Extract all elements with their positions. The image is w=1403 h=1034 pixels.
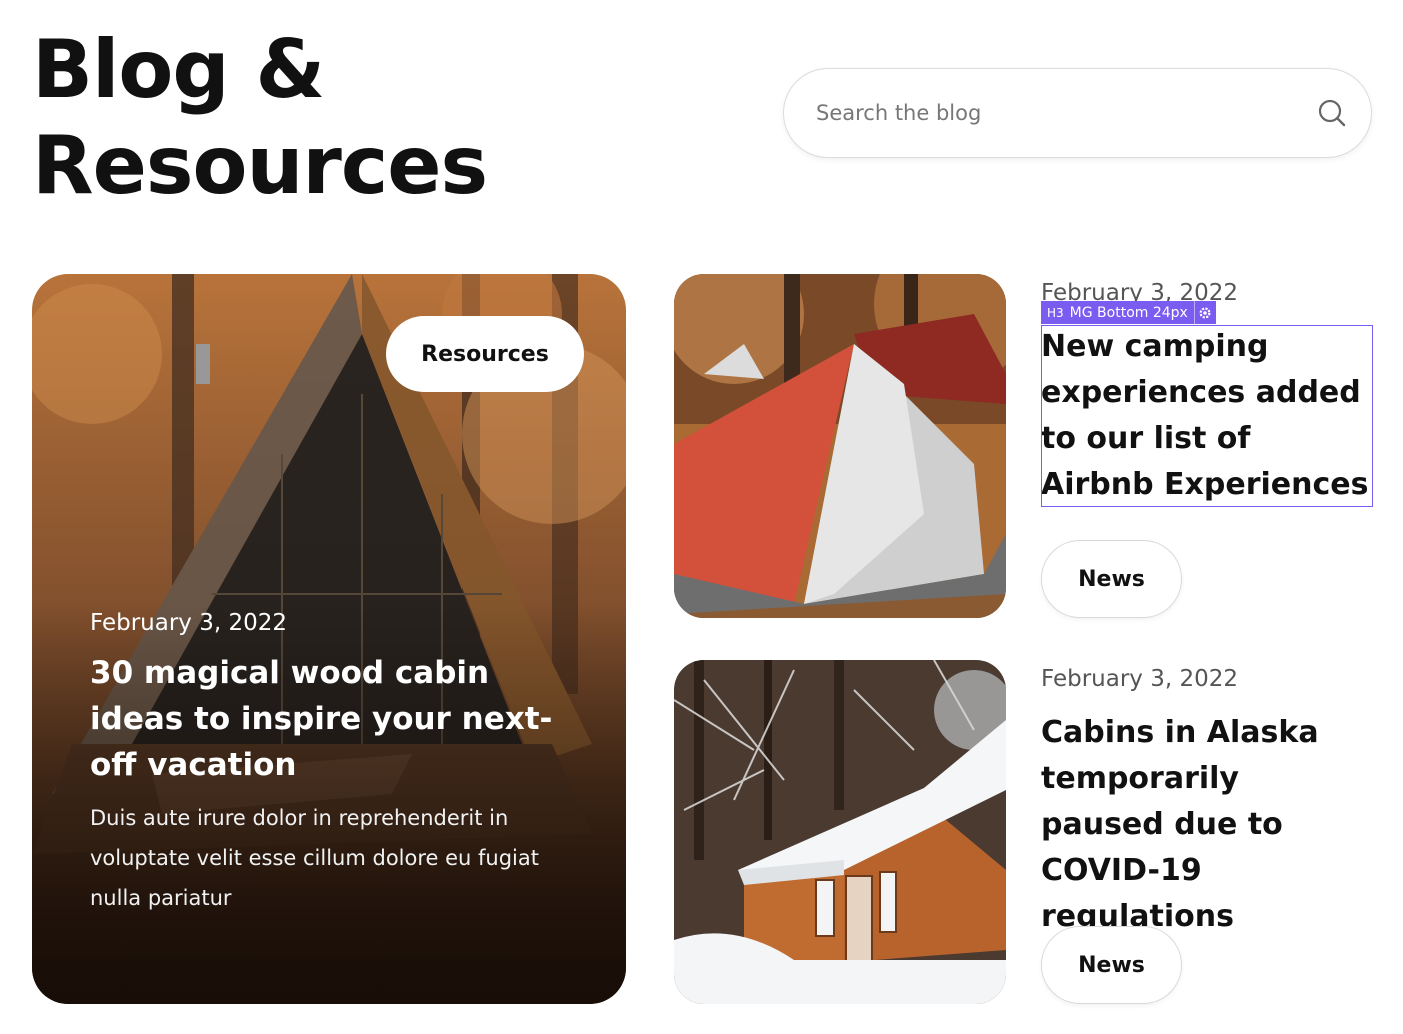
search-icon[interactable]	[1317, 98, 1347, 128]
editor-spacing-label: MG Bottom 24px	[1069, 304, 1188, 321]
featured-category-pill[interactable]: Resources	[386, 316, 584, 392]
featured-post-title[interactable]: 30 magical wood cabin ideas to inspire y…	[90, 650, 570, 788]
page-title: Blog & Resources	[32, 22, 488, 214]
post-tag-pill[interactable]: News	[1041, 540, 1182, 618]
post-tag-pill[interactable]: News	[1041, 926, 1182, 1004]
featured-post-excerpt: Duis aute irure dolor in reprehenderit i…	[90, 806, 539, 910]
post-date: February 3, 2022	[1041, 666, 1239, 692]
search-input[interactable]	[816, 91, 1296, 135]
post-image-snow-cabin	[674, 660, 1006, 1004]
post-title[interactable]: Cabins in Alaska temporarily paused due …	[1041, 710, 1371, 940]
page-title-line1: Blog &	[32, 23, 325, 116]
post-title[interactable]: New camping experiences added to our lis…	[1041, 324, 1371, 508]
gear-icon[interactable]	[1193, 301, 1216, 324]
post-image-tents	[674, 274, 1006, 618]
editor-tag: H3	[1047, 305, 1064, 320]
featured-post-card[interactable]: Resources February 3, 2022 30 magical wo…	[32, 274, 626, 1004]
post-thumbnail-alaska[interactable]	[674, 660, 1006, 1004]
editor-element-label[interactable]: H3 MG Bottom 24px	[1041, 301, 1216, 324]
post-thumbnail-camping[interactable]	[674, 274, 1006, 618]
featured-post-date: February 3, 2022	[90, 610, 288, 636]
page-title-line2: Resources	[32, 119, 488, 212]
search-bar[interactable]	[783, 68, 1372, 158]
